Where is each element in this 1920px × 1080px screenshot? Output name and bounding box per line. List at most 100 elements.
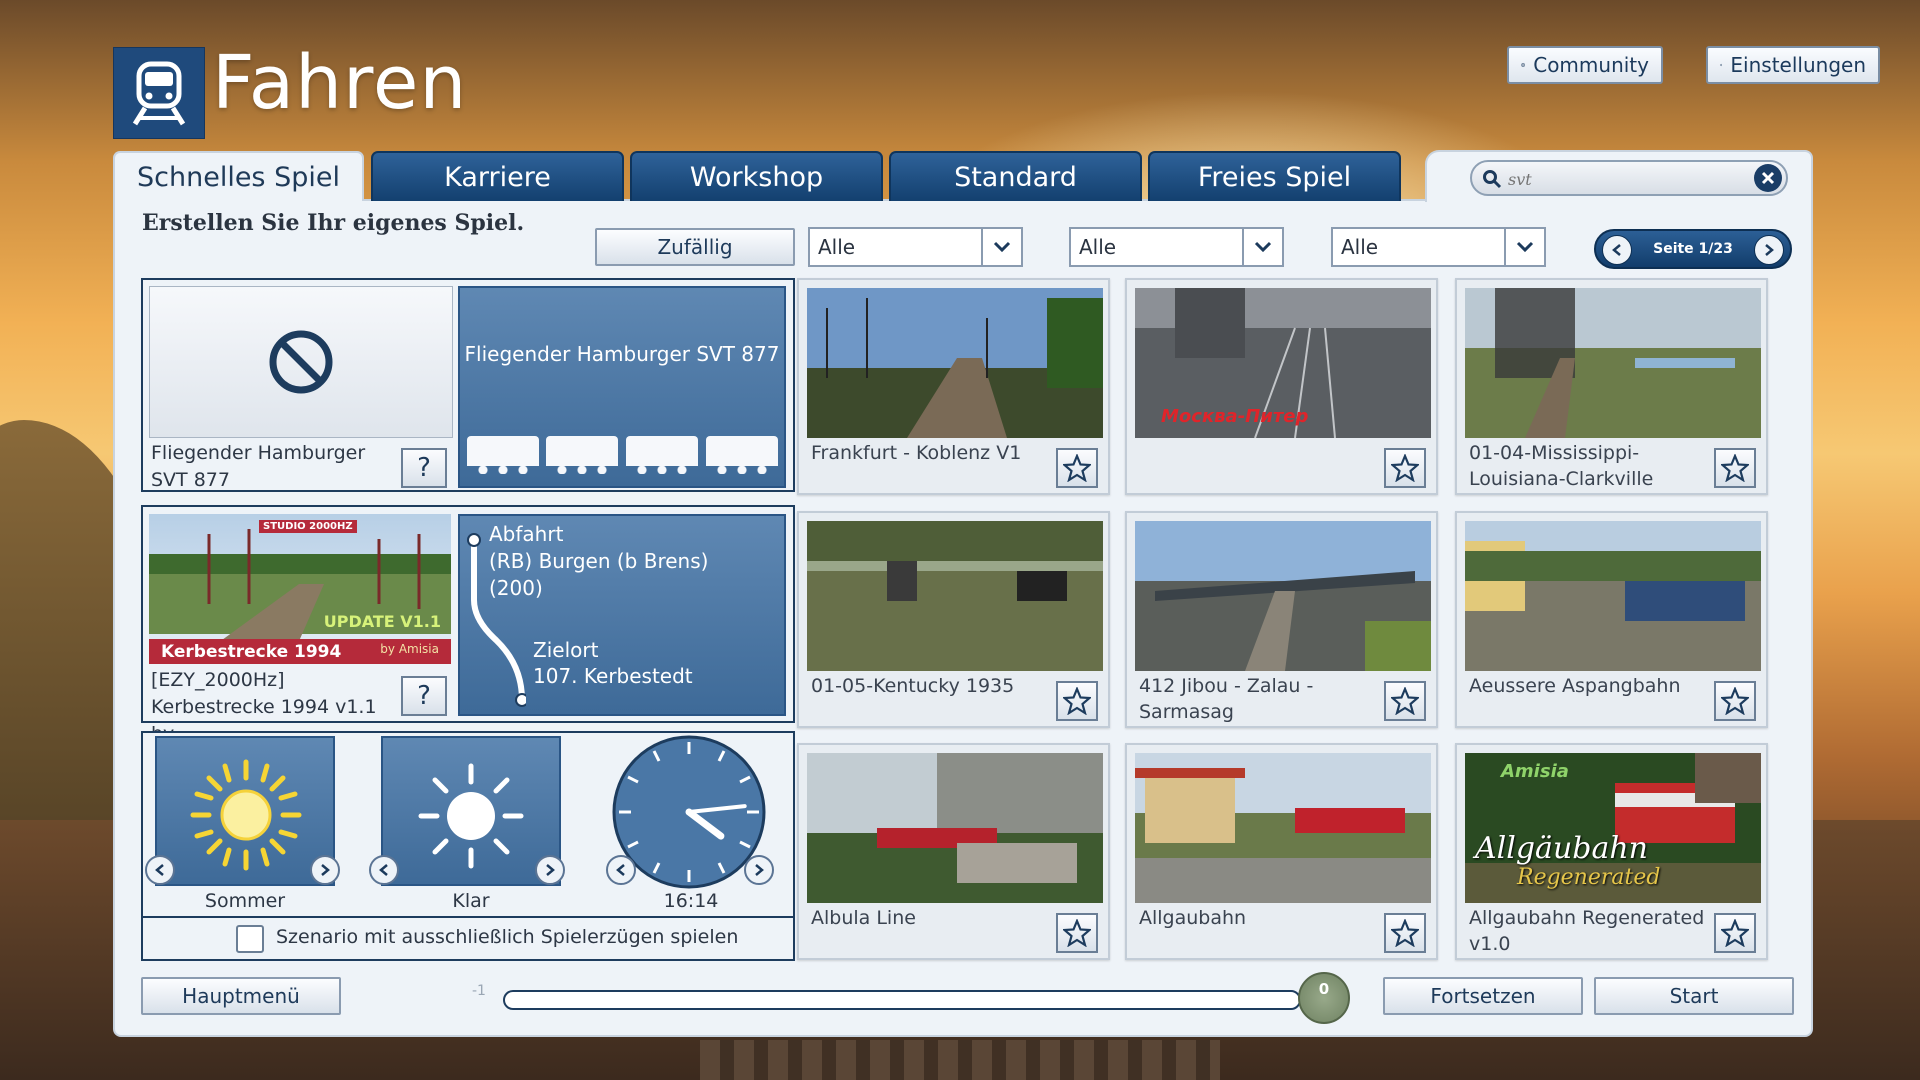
main-menu-button[interactable]: Hauptmenü	[141, 977, 341, 1015]
time-prev-button[interactable]	[606, 855, 636, 885]
route-name: 01-04-Mississippi-Louisiana-Clarkville	[1469, 442, 1654, 490]
destination-value: 107. Kerbestedt	[533, 664, 693, 688]
slider-track[interactable]	[503, 990, 1301, 1010]
favorite-button[interactable]	[1056, 448, 1098, 488]
random-button[interactable]: Zufällig	[595, 228, 795, 266]
favorite-button[interactable]	[1056, 681, 1098, 721]
route-help-button[interactable]: ?	[401, 676, 447, 716]
no-image-icon	[269, 330, 333, 394]
route-thumbnail[interactable]: Allgäubahn Regenerated Amisia	[1465, 753, 1761, 903]
train-car-icon	[467, 436, 539, 474]
chevron-down-icon	[1242, 229, 1282, 265]
clear-weather-icon	[418, 763, 524, 869]
train-help-button[interactable]: ?	[401, 448, 447, 488]
weather-next-button[interactable]	[535, 855, 565, 885]
train-car-icon	[546, 436, 618, 474]
time-next-button[interactable]	[744, 855, 774, 885]
player-only-checkbox[interactable]	[236, 925, 264, 953]
star-icon	[1063, 919, 1091, 947]
route-card[interactable]: 412 Jibou - Zalau - Sarmasag	[1125, 511, 1438, 728]
chevron-left-icon	[616, 864, 625, 876]
star-icon	[1391, 919, 1419, 947]
community-button[interactable]: Community	[1507, 46, 1663, 84]
season-next-button[interactable]	[310, 855, 340, 885]
route-card[interactable]: Allgäubahn Regenerated Amisia Allgaubahn Re…	[1455, 743, 1768, 960]
clear-search-button[interactable]	[1754, 164, 1782, 192]
season-selector	[155, 736, 335, 886]
route-card[interactable]: Frankfurt - Koblenz V1	[797, 278, 1110, 495]
season-label: Sommer	[204, 890, 286, 912]
route-thumb-brand: STUDIO 2000HZ	[259, 520, 357, 533]
filter-dropdown-2[interactable]: Alle	[1069, 227, 1284, 267]
pagination: Seite 1/23	[1594, 229, 1792, 269]
tab-schnelles-spiel[interactable]: Schnelles Spiel	[113, 151, 364, 201]
chevron-right-icon	[1765, 244, 1774, 256]
next-page-button[interactable]	[1754, 235, 1784, 265]
route-thumbnail[interactable]: Kerbestrecke 1994 UPDATE V1.1 by Amisia …	[149, 514, 451, 664]
favorite-button[interactable]	[1384, 448, 1426, 488]
route-name: 01-05-Kentucky 1935	[811, 675, 1015, 697]
time-label: 16:14	[663, 890, 719, 912]
previous-page-button[interactable]	[1602, 235, 1632, 265]
train-car-icon	[626, 436, 698, 474]
route-thumbnail[interactable]	[807, 753, 1103, 903]
tab-standard[interactable]: Standard	[889, 151, 1142, 201]
destination-label: Zielort	[533, 638, 599, 662]
star-icon	[1721, 687, 1749, 715]
journey-card[interactable]: Abfahrt (RB) Burgen (b Brens) (200) Ziel…	[458, 514, 786, 716]
chevron-left-icon	[1612, 244, 1621, 256]
chevron-left-icon	[379, 864, 388, 876]
route-card[interactable]: Москва-Питер	[1125, 278, 1438, 495]
start-button[interactable]: Start	[1594, 977, 1794, 1015]
favorite-button[interactable]	[1056, 913, 1098, 953]
route-card[interactable]: 01-05-Kentucky 1935	[797, 511, 1110, 728]
star-icon	[1063, 454, 1091, 482]
route-thumbnail[interactable]	[1135, 753, 1431, 903]
route-thumbnail-caption: Москва-Питер	[1161, 406, 1309, 427]
route-thumbnail[interactable]: Москва-Питер	[1135, 288, 1431, 438]
weather-prev-button[interactable]	[369, 855, 399, 885]
favorite-button[interactable]	[1714, 913, 1756, 953]
departure-label: Abfahrt	[489, 522, 564, 546]
background-rails	[700, 1040, 1220, 1080]
continue-button[interactable]: Fortsetzen	[1383, 977, 1583, 1015]
route-thumb-update: UPDATE V1.1	[323, 612, 441, 631]
search-input[interactable]	[1506, 164, 1740, 194]
filter-dropdown-3[interactable]: Alle	[1331, 227, 1546, 267]
route-thumbnail[interactable]	[807, 521, 1103, 671]
route-name: Frankfurt - Koblenz V1	[811, 442, 1022, 464]
settings-button[interactable]: Einstellungen	[1706, 46, 1880, 84]
page-indicator: Seite 1/23	[1653, 241, 1733, 257]
route-card[interactable]: Albula Line	[797, 743, 1110, 960]
route-thumbnail[interactable]	[1465, 521, 1761, 671]
train-thumbnail[interactable]	[149, 286, 453, 438]
route-thumbnail-subcaption: Regenerated	[1517, 865, 1661, 890]
slider-min-label: -1	[472, 983, 486, 999]
tab-freies-spiel[interactable]: Freies Spiel	[1148, 151, 1401, 201]
season-prev-button[interactable]	[145, 855, 175, 885]
route-thumbnail[interactable]	[1135, 521, 1431, 671]
route-card[interactable]: Allgaubahn	[1125, 743, 1438, 960]
route-card[interactable]: Aeussere Aspangbahn	[1455, 511, 1768, 728]
route-thumbnail[interactable]	[1465, 288, 1761, 438]
favorite-button[interactable]	[1714, 448, 1756, 488]
filter-1-value: Alle	[818, 235, 856, 259]
train-name: Fliegender Hamburger SVT 877	[151, 442, 366, 491]
route-name: 412 Jibou - Zalau - Sarmasag	[1139, 675, 1314, 723]
favorite-button[interactable]	[1384, 913, 1426, 953]
tab-workshop[interactable]: Workshop	[630, 151, 883, 201]
search-box	[1470, 160, 1788, 196]
favorite-button[interactable]	[1714, 681, 1756, 721]
departure-value: (RB) Burgen (b Brens) (200)	[489, 549, 709, 600]
sun-icon	[190, 759, 302, 871]
train-car-icon	[706, 436, 778, 474]
favorite-button[interactable]	[1384, 681, 1426, 721]
tab-karriere[interactable]: Karriere	[371, 151, 624, 201]
route-card[interactable]: 01-04-Mississippi-Louisiana-Clarkville	[1455, 278, 1768, 495]
filter-dropdown-1[interactable]: Alle	[808, 227, 1023, 267]
route-thumbnail[interactable]	[807, 288, 1103, 438]
close-icon	[1761, 171, 1775, 185]
chevron-down-icon	[981, 229, 1021, 265]
slider-handle[interactable]: 0	[1298, 972, 1350, 1024]
route-thumb-by: by Amisia	[380, 642, 439, 656]
